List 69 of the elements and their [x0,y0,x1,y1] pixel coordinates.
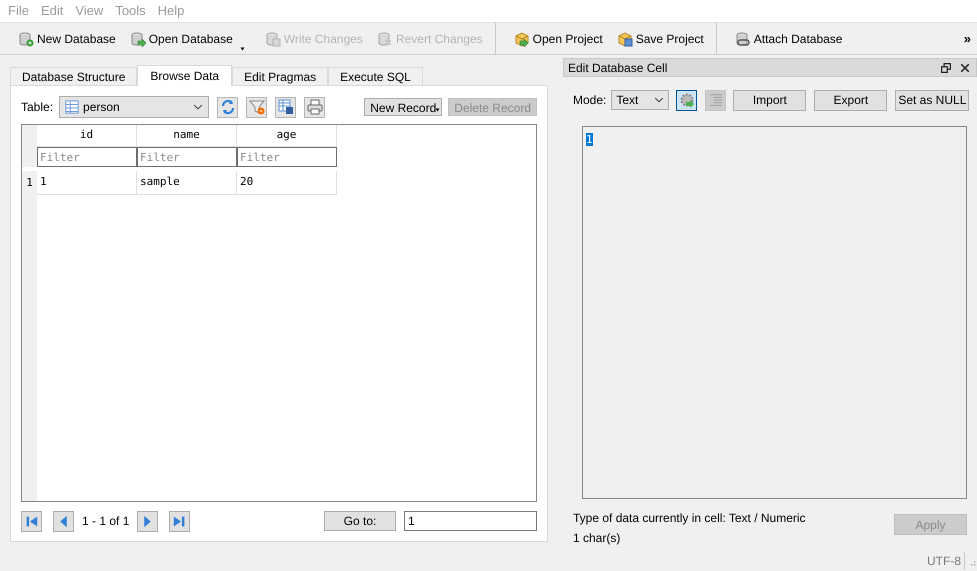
column-header[interactable]: name [137,125,237,147]
last-page-icon [173,514,186,528]
field-label: Mode: [573,92,606,109]
table-save-button[interactable] [275,96,296,118]
database-arrow-icon [130,30,146,46]
filter-field[interactable]: Filter [37,147,137,167]
encoding-label: UTF-8 [927,552,965,570]
first-page-icon [25,514,38,528]
text-lines-icon [708,93,723,107]
type-info: Type of data currently in cell: Text / Numeric [573,510,807,527]
dock-button[interactable]: Export [814,90,888,110]
record-button[interactable]: New Record [364,98,442,116]
caret-icon [435,108,440,112]
mode-dropdown[interactable]: Text [611,90,670,110]
filter-field[interactable]: Filter [237,147,337,167]
cell-editor[interactable]: 1 [582,126,967,499]
auto-switch-button[interactable] [676,90,698,110]
dock-title: Edit Database Cell [568,60,668,76]
close-icon [960,62,970,72]
column-header[interactable]: id [37,125,137,147]
tab[interactable]: Edit Pragmas [232,67,328,85]
tab[interactable]: Execute SQL [328,67,423,85]
database-disk-icon [264,30,281,46]
chevron-down-icon [654,95,664,105]
table-cell[interactable]: 1 [37,171,137,195]
toolbar-button[interactable]: Save Project [610,26,710,52]
previous-button[interactable] [53,510,74,532]
table-icon [65,100,80,114]
filter-clear-icon [248,99,265,115]
first-page-button[interactable] [21,510,42,532]
toolbar-button[interactable]: Open Database [124,26,247,52]
refresh-button[interactable] [217,96,238,118]
box-arrow-icon [514,30,530,46]
chevron-down-icon [193,102,204,112]
tab[interactable]: Database Structure [10,67,138,85]
editor-text: 1 [586,133,593,146]
dock-button[interactable]: Import [733,90,806,110]
toolbar-button[interactable]: Open Project [508,26,609,52]
tab[interactable]: Browse Data [137,65,232,86]
table-cell[interactable]: 20 [237,171,337,195]
refresh-icon [220,99,236,115]
database-link-icon [734,30,751,46]
restore-icon [941,62,951,72]
caret-icon [240,46,245,50]
float-button[interactable] [941,62,951,72]
goto-button[interactable]: Go to: [324,511,396,531]
row-header-area [22,125,37,167]
dock-button[interactable]: Set as NULL [895,90,970,110]
toolbar-button[interactable]: New Database [12,26,122,52]
table-save-icon [278,99,294,115]
table-cell[interactable]: sample [137,171,237,195]
overflow-button[interactable]: » [964,28,977,48]
filter-clear-button[interactable] [246,96,268,118]
next-button[interactable] [137,510,158,532]
printer-button[interactable] [304,96,326,118]
table-dropdown[interactable]: person [59,96,210,118]
page-position: 1 - 1 of 1 [81,513,130,530]
last-page-button[interactable] [169,510,190,532]
char-count: 1 char(s) [573,530,622,547]
word-wrap-button[interactable] [705,90,726,110]
field-label: Table: [21,99,54,116]
goto-field[interactable]: 1 [404,511,537,531]
close-button[interactable] [960,62,970,72]
column-header[interactable]: age [237,125,337,147]
database-plus-icon [18,30,34,46]
filter-field[interactable]: Filter [137,147,237,167]
toolbar-button[interactable]: Attach Database [728,26,848,52]
printer-icon [306,99,323,115]
row-number: 1 [22,171,37,195]
